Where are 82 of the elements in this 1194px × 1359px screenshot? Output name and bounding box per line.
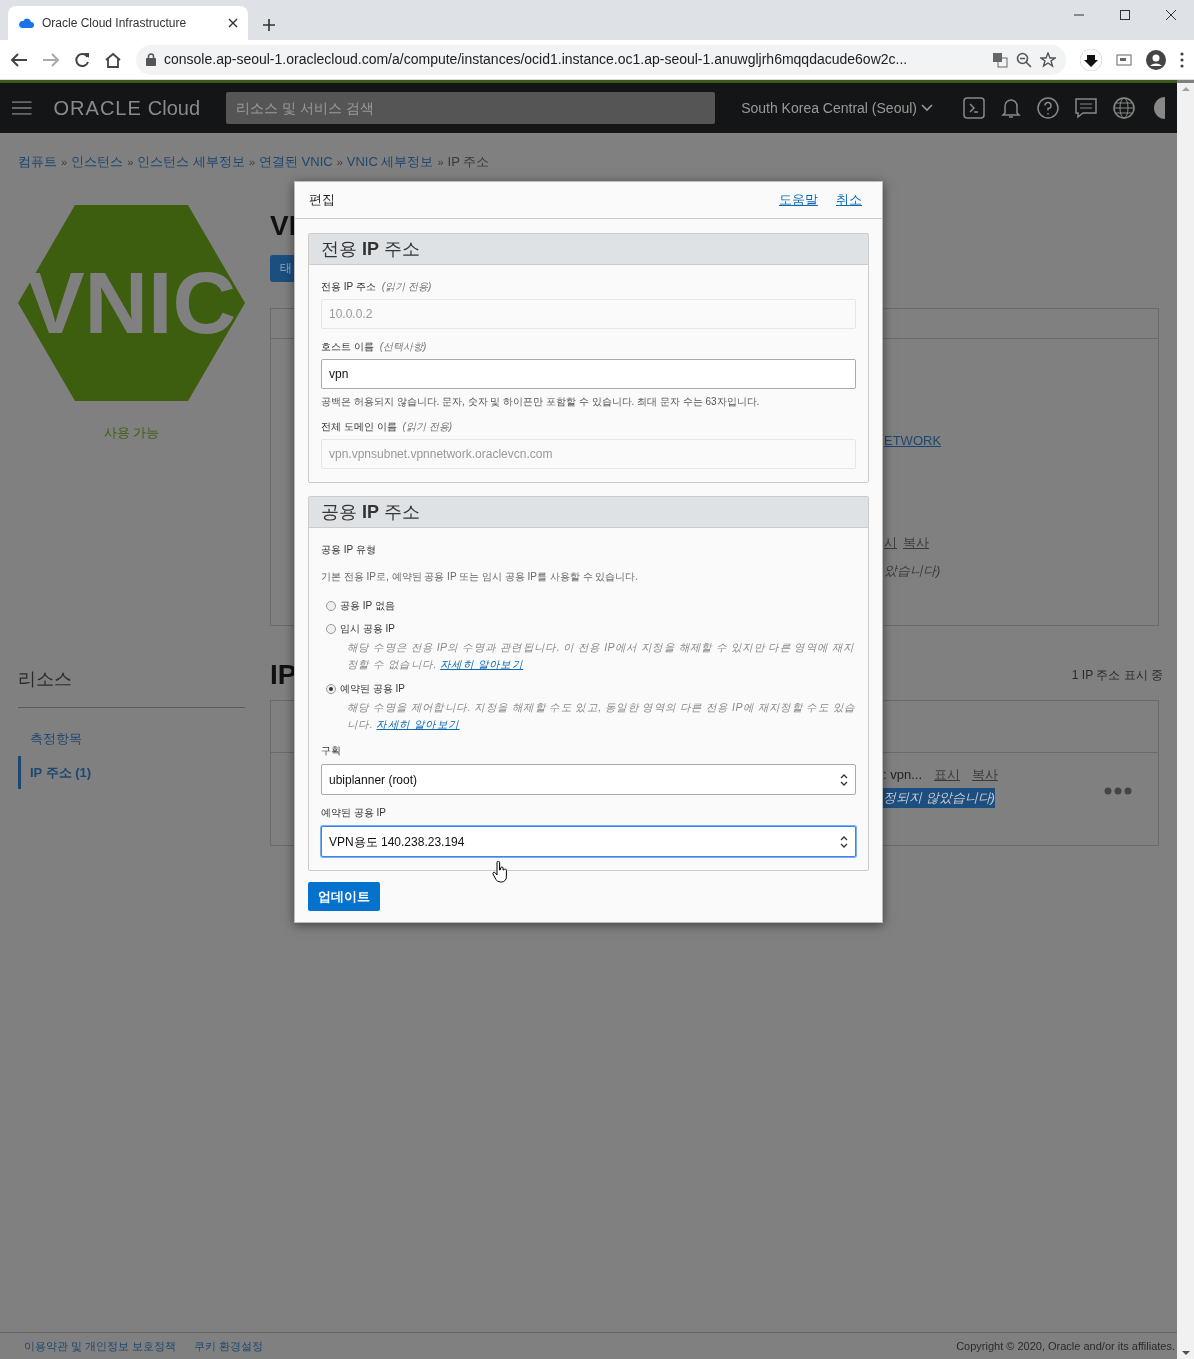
menu-icon[interactable]	[1180, 51, 1184, 68]
section-title-text: 전용 IP 주소	[321, 237, 421, 261]
radio-option[interactable]: 공용 IP 없음	[326, 598, 856, 613]
copyright-text: Copyright © 2020, Oracle and/or its affiliates.	[956, 1338, 1175, 1354]
field-label: 예약된 공용 IP	[321, 806, 387, 820]
field-label: 호스트 이름 (선택사항)	[321, 340, 428, 354]
network-link[interactable]: ETWORK	[884, 430, 1158, 450]
help-text: 기본 전용 IP로, 예약된 공용 IP 또는 임시 공용 IP를 사용할 수 있습니다.	[321, 570, 640, 584]
address-bar[interactable]: console.ap-seoul-1.oraclecloud.com/a/compute/instances/ocid1.instance.oc1.ap-seoul-1.anuwgljrh6mqqdacude6ow2c...	[136, 44, 1066, 75]
breadcrumb-current: IP 주소	[447, 153, 490, 171]
section-title-text: 공용 IP 주소	[321, 500, 421, 524]
more-icon[interactable]	[1104, 786, 1132, 795]
copy-link[interactable]: 시	[884, 533, 897, 553]
resources-menu-item[interactable]: 측정항목	[18, 722, 245, 756]
star-icon[interactable]	[1040, 51, 1056, 68]
note-text: 았습니다)	[884, 561, 942, 580]
chevron-down-icon	[921, 104, 933, 112]
resources-heading: 리소스	[18, 668, 73, 691]
browser-tab[interactable]: Oracle Cloud Infrastructure	[8, 6, 248, 40]
learn-more-link[interactable]: 자세히 알아보기	[440, 658, 524, 670]
copy-link[interactable]: 복사	[903, 533, 929, 553]
count-label: 1 IP 주소 표시 중	[1071, 666, 1163, 684]
option-description: 해당 수명은 전용 IP의 수명과 관련됩니다. 이 전용 IP에서 지정을 해제할 수 있지만 다른 영역에 재지정할 수 없습니다. 자세히 알아보기	[346, 640, 856, 672]
home-icon[interactable]	[104, 51, 122, 68]
footer-link[interactable]: 쿠키 환경설정	[194, 1337, 264, 1355]
scrollbar[interactable]	[1177, 83, 1194, 1359]
help-text: 공백은 허용되지 않습니다. 문자, 숫자 및 하이픈만 포함할 수 있습니다. 최대 문자 수는 63자입니다.	[321, 395, 761, 409]
resources-menu-item[interactable]: IP 주소 (1)	[18, 755, 245, 789]
globe-icon[interactable]	[1113, 97, 1135, 119]
dialog-link[interactable]: 취소	[836, 190, 862, 210]
dialog-title: 편집	[309, 191, 336, 210]
text-field[interactable]: vpn	[321, 359, 856, 389]
learn-more-link[interactable]: 자세히 알아보기	[376, 718, 460, 730]
chevron-up-down-icon	[840, 772, 848, 787]
plus-icon[interactable]	[262, 18, 276, 32]
profile-icon[interactable]	[1146, 49, 1166, 70]
field-label: 전용 IP 주소 (읽기 전용)	[321, 280, 433, 294]
dialog-link[interactable]: 도움말	[779, 190, 818, 210]
lock-icon	[146, 53, 156, 66]
section-heading: IP	[270, 657, 297, 692]
breadcrumb-link[interactable]: 연결된 VNIC	[259, 152, 333, 172]
breadcrumb-separator: »	[61, 154, 68, 170]
breadcrumb-link[interactable]: VNIC 세부정보	[346, 152, 434, 172]
update-button[interactable]: 업데이트	[308, 882, 380, 911]
radio-option[interactable]: 임시 공용 IP	[326, 621, 856, 636]
help-icon[interactable]	[1037, 97, 1059, 119]
cast-icon[interactable]	[1116, 53, 1132, 66]
breadcrumb-separator: »	[127, 154, 134, 170]
radio-option[interactable]: 예약된 공용 IP	[326, 681, 856, 696]
region-selector[interactable]: South Korea Central (Seoul)	[741, 97, 933, 119]
breadcrumb-separator: »	[437, 154, 444, 170]
footer-link[interactable]: 이용약관 및 개인정보 보호정책	[24, 1337, 177, 1355]
vnic-hexagon-logo: VNIC	[18, 204, 245, 401]
status-label: 사용 가능	[102, 423, 161, 442]
breadcrumb-separator: »	[336, 154, 343, 170]
breadcrumb-separator: »	[248, 154, 255, 170]
download-icon[interactable]	[1080, 48, 1102, 71]
chevron-up-down-icon	[840, 834, 848, 849]
option-description: 해당 수명을 제어합니다. 지정을 해제할 수도 있고, 동일한 영역의 다른 전용 IP에 재지정할 수도 있습니다. 자세히 알아보기	[346, 700, 856, 732]
close-icon[interactable]	[228, 18, 238, 28]
row-link[interactable]: 표시	[934, 764, 961, 784]
hostname-text: : vpn...	[883, 765, 923, 784]
action-button[interactable]: 태	[270, 254, 294, 282]
field-label: 공용 IP 유형	[321, 543, 377, 557]
field-label: 구획	[321, 744, 342, 758]
bell-icon[interactable]	[1001, 97, 1021, 119]
select-field[interactable]: ubiplanner (root)	[321, 764, 856, 795]
note-text: 정되지 않았습니다)	[883, 788, 995, 808]
back-icon[interactable]	[10, 51, 28, 68]
breadcrumb-link[interactable]: 인스턴스 세부정보	[137, 152, 245, 172]
row-link[interactable]: 복사	[972, 764, 999, 784]
oracle-cloud-logo[interactable]: ORACLE Cloud	[53, 93, 201, 123]
cloud-icon	[18, 17, 34, 29]
select-field[interactable]: VPN용도 140.238.23.194	[321, 826, 856, 857]
breadcrumb-link[interactable]: 인스턴스	[71, 152, 124, 172]
chat-icon[interactable]	[1075, 97, 1097, 119]
reload-icon[interactable]	[74, 51, 90, 68]
zoom-out-icon[interactable]	[1016, 51, 1032, 68]
search-field[interactable]: 리소스 및 서비스 검색	[226, 92, 716, 124]
terminal-icon[interactable]	[963, 97, 985, 119]
field-label: 전체 도메인 이름 (읽기 전용)	[321, 420, 453, 434]
breadcrumb-link[interactable]: 컴퓨트	[18, 152, 57, 172]
